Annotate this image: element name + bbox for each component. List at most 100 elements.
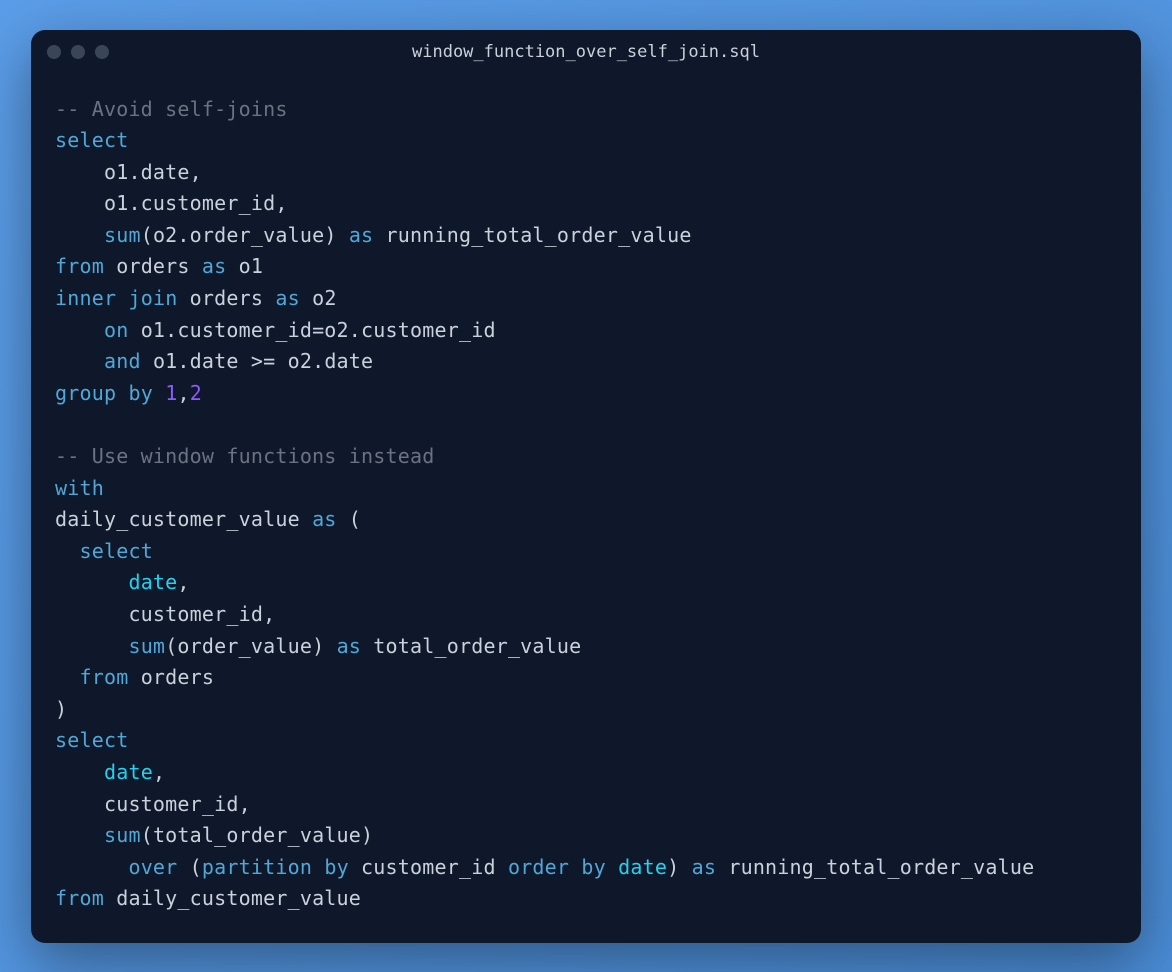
code-line: inner join orders as o2 (55, 283, 1117, 315)
code-token-function: sum (104, 823, 141, 847)
code-token-comment: -- Use window functions instead (55, 444, 434, 468)
code-token-identifier: ( (337, 507, 361, 531)
code-line: sum(total_order_value) (55, 820, 1117, 852)
code-line: select (55, 725, 1117, 757)
code-token-number: 1 (165, 381, 177, 405)
code-token-function: sum (104, 223, 141, 247)
code-token-function: sum (128, 634, 165, 658)
code-token-keyword: as (312, 507, 336, 531)
code-token-comment: -- Avoid self-joins (55, 97, 288, 121)
code-token-identifier (55, 539, 79, 563)
editor-window: window_function_over_self_join.sql -- Av… (31, 30, 1141, 943)
code-token-keyword: as (202, 254, 226, 278)
code-token-identifier: orders (128, 665, 214, 689)
code-token-identifier (55, 823, 104, 847)
code-editor[interactable]: -- Avoid self-joins select o1.date, o1.cu… (31, 74, 1141, 943)
code-token-keyword: as (275, 286, 299, 310)
code-token-identifier: customer_id, (55, 602, 275, 626)
code-line: from orders as o1 (55, 251, 1117, 283)
maximize-icon[interactable] (95, 45, 109, 59)
code-line: customer_id, (55, 599, 1117, 631)
code-token-keyword: group (55, 381, 116, 405)
code-token-identifier: total_order_value (361, 634, 581, 658)
code-token-identifier (55, 634, 128, 658)
code-line: over (partition by customer_id order by … (55, 852, 1117, 884)
code-token-identifier (55, 570, 128, 594)
code-token-identifier (606, 855, 618, 879)
code-line: o1.date, (55, 157, 1117, 189)
code-token-keyword: by (324, 855, 348, 879)
code-token-identifier: o1.customer_id, (55, 191, 288, 215)
code-line: daily_customer_value as ( (55, 504, 1117, 536)
code-token-keyword: by (581, 855, 605, 879)
code-token-identifier (116, 381, 128, 405)
code-line: group by 1,2 (55, 378, 1117, 410)
code-token-identifier (312, 855, 324, 879)
code-line: select (55, 125, 1117, 157)
code-token-punct: (o2.order_value) (141, 223, 349, 247)
code-token-keyword: join (128, 286, 177, 310)
code-line: and o1.date >= o2.date (55, 346, 1117, 378)
code-token-keyword: select (79, 539, 152, 563)
code-line: from orders (55, 662, 1117, 694)
code-line: sum(o2.order_value) as running_total_ord… (55, 220, 1117, 252)
code-line (55, 409, 1117, 441)
code-token-identifier: ( (177, 855, 201, 879)
code-line: date, (55, 567, 1117, 599)
code-token-identifier (55, 760, 104, 784)
code-token-identifier: customer_id, (55, 792, 251, 816)
code-token-identifier: daily_customer_value (55, 507, 312, 531)
code-token-identifier (55, 349, 104, 373)
code-token-number: 2 (190, 381, 202, 405)
titlebar: window_function_over_self_join.sql (31, 30, 1141, 74)
code-token-identifier (116, 286, 128, 310)
code-token-identifier: ) (667, 855, 691, 879)
code-token-keyword: partition (202, 855, 312, 879)
code-token-keyword: from (79, 665, 128, 689)
window-title: window_function_over_self_join.sql (412, 42, 760, 62)
code-token-datetype: date (128, 570, 177, 594)
code-line: sum(order_value) as total_order_value (55, 631, 1117, 663)
code-token-identifier: o2 (300, 286, 337, 310)
code-token-keyword: as (337, 634, 361, 658)
code-token-keyword: inner (55, 286, 116, 310)
code-line: o1.customer_id, (55, 188, 1117, 220)
code-token-datetype: date (104, 760, 153, 784)
code-token-keyword: from (55, 254, 104, 278)
code-line: customer_id, (55, 789, 1117, 821)
code-line: ) (55, 694, 1117, 726)
code-token-keyword: select (55, 728, 128, 752)
code-token-keyword: select (55, 128, 128, 152)
code-token-identifier: daily_customer_value (104, 886, 361, 910)
code-token-identifier: orders (104, 254, 202, 278)
code-line: date, (55, 757, 1117, 789)
code-token-punct: (order_value) (165, 634, 336, 658)
traffic-lights (47, 45, 109, 59)
code-token-identifier: o1.customer_id=o2.customer_id (128, 318, 495, 342)
code-token-identifier (153, 381, 165, 405)
code-token-identifier: orders (177, 286, 275, 310)
code-token-identifier (55, 318, 104, 342)
code-token-keyword: with (55, 476, 104, 500)
code-line: from daily_customer_value (55, 883, 1117, 915)
code-token-identifier: , (177, 381, 189, 405)
code-token-keyword: by (128, 381, 152, 405)
code-token-identifier: , (177, 570, 189, 594)
code-token-identifier: running_total_order_value (373, 223, 691, 247)
code-token-keyword: from (55, 886, 104, 910)
code-token-identifier: running_total_order_value (716, 855, 1034, 879)
code-token-identifier: ) (55, 697, 67, 721)
code-token-keyword: and (104, 349, 141, 373)
code-line: -- Use window functions instead (55, 441, 1117, 473)
code-token-keyword: order (508, 855, 569, 879)
close-icon[interactable] (47, 45, 61, 59)
code-line: select (55, 536, 1117, 568)
code-line: -- Avoid self-joins (55, 94, 1117, 126)
code-token-identifier (55, 665, 79, 689)
code-line: with (55, 473, 1117, 505)
minimize-icon[interactable] (71, 45, 85, 59)
code-token-keyword: over (128, 855, 177, 879)
code-token-keyword: as (692, 855, 716, 879)
code-token-datetype: date (618, 855, 667, 879)
code-token-identifier (55, 223, 104, 247)
